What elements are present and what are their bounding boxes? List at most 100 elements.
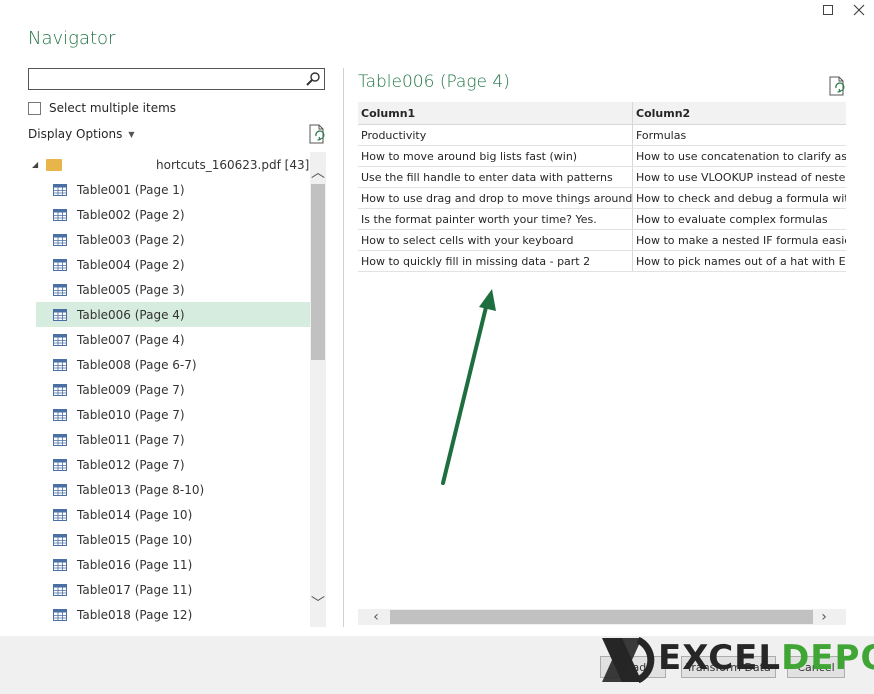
tree-item-table[interactable]: Table005 (Page 3) [36, 277, 310, 302]
tree-item-table[interactable]: Table009 (Page 7) [36, 377, 310, 402]
logo-depo: DEPO [781, 638, 874, 678]
table-cell: Use the fill handle to enter data with p… [358, 166, 633, 188]
close-button[interactable] [850, 3, 868, 21]
table-cell: How to move around big lists fast (win) [358, 145, 633, 167]
tree-item-label: Table005 (Page 3) [77, 282, 185, 297]
table-icon [53, 583, 67, 596]
tree-item-table[interactable]: Table016 (Page 11) [36, 552, 310, 577]
tree-item-table[interactable]: Table003 (Page 2) [36, 227, 310, 252]
table-cell: Is the format painter worth your time? Y… [358, 208, 633, 230]
tree-item-table[interactable]: Table013 (Page 8-10) [36, 477, 310, 502]
table-icon [53, 333, 67, 346]
tree-scrollbar[interactable]: ︿ ﹀ [310, 152, 326, 627]
table-icon [53, 208, 67, 221]
folder-icon [46, 158, 62, 171]
refresh-icon[interactable] [308, 124, 326, 144]
search-icon[interactable] [305, 71, 321, 87]
table-icon [53, 458, 67, 471]
scroll-down-icon[interactable]: ﹀ [310, 593, 326, 613]
tree-folder-row[interactable]: ◢ hortcuts_160623.pdf [43] [32, 152, 310, 177]
tree-item-table[interactable]: Table010 (Page 7) [36, 402, 310, 427]
table-icon [53, 358, 67, 371]
tree-item-label: Table014 (Page 10) [77, 507, 193, 522]
scrollbar-thumb[interactable] [390, 610, 813, 624]
display-options-dropdown[interactable]: Display Options ▼ [28, 127, 135, 141]
tree-item-label: Table016 (Page 11) [77, 557, 193, 572]
checkbox-box[interactable] [28, 101, 41, 115]
tree-item-label: Table001 (Page 1) [77, 182, 185, 197]
scrollbar-thumb[interactable] [311, 184, 325, 360]
table-header-row: Column1 Column2 [358, 102, 846, 125]
maximize-button[interactable] [819, 3, 837, 21]
logo-excel: EXCEL [658, 638, 782, 678]
scroll-right-icon[interactable]: › [816, 609, 832, 625]
tree-item-label: Table012 (Page 7) [77, 457, 185, 472]
preview-table: Column1 Column2 Productivity Formulas How t… [358, 102, 846, 272]
table-icon [53, 608, 67, 621]
tree-item-label: Table013 (Page 8-10) [77, 482, 205, 497]
table-cell: How to pick names out of a hat with Exce… [632, 250, 846, 272]
table-row: How to select cells with your keyboard Ho… [358, 229, 846, 251]
preview-title: Table006 (Page 4) [358, 72, 510, 92]
tree-item-table[interactable]: Table006 (Page 4) [36, 302, 310, 327]
tree-item-table[interactable]: Table018 (Page 12) [36, 602, 310, 627]
maximize-icon [823, 5, 833, 15]
tree-item-table[interactable]: Table011 (Page 7) [36, 427, 310, 452]
table-cell: How to make a nested IF formula easier t… [632, 229, 846, 251]
tree-item-label: Table003 (Page 2) [77, 232, 185, 247]
table-icon [53, 283, 67, 296]
folder-label: hortcuts_160623.pdf [43] [156, 157, 310, 172]
tree-item-table[interactable]: Table014 (Page 10) [36, 502, 310, 527]
table-cell: How to use drag and drop to move things … [358, 187, 633, 209]
table-cell: Formulas [632, 124, 846, 146]
close-icon [853, 4, 865, 16]
column-header[interactable]: Column1 [358, 102, 633, 125]
table-cell: How to quickly fill in missing data - pa… [358, 250, 633, 272]
table-row: How to use drag and drop to move things … [358, 187, 846, 209]
table-cell: How to select cells with your keyboard [358, 229, 633, 251]
navigator-title: Navigator [28, 28, 116, 49]
table-icon [53, 483, 67, 496]
search-input[interactable] [28, 68, 325, 90]
tree-item-table[interactable]: Table008 (Page 6-7) [36, 352, 310, 377]
table-cell: How to use concatenation to clarify assu… [632, 145, 846, 167]
refresh-icon[interactable] [828, 76, 846, 96]
tree-item-label: Table018 (Page 12) [77, 607, 193, 622]
pane-divider [343, 68, 344, 627]
annotation-arrow [441, 289, 496, 485]
collapse-arrow-icon[interactable]: ◢ [32, 160, 42, 169]
table-icon [53, 408, 67, 421]
tree-item-label: Table017 (Page 11) [77, 582, 193, 597]
tree-item-table[interactable]: Table001 (Page 1) [36, 177, 310, 202]
caret-down-icon: ▼ [128, 129, 135, 139]
table-icon [53, 258, 67, 271]
scroll-left-icon[interactable]: ‹ [368, 609, 384, 625]
table-cell: How to use VLOOKUP instead of nested IF … [632, 166, 846, 188]
tree-item-label: Table015 (Page 10) [77, 532, 193, 547]
tree-item-table[interactable]: Table004 (Page 2) [36, 252, 310, 277]
tree-item-table[interactable]: Table002 (Page 2) [36, 202, 310, 227]
display-options-label: Display Options [28, 127, 123, 141]
tree-item-label: Table004 (Page 2) [77, 257, 185, 272]
tree-item-label: Table008 (Page 6-7) [77, 357, 197, 372]
tree-item-label: Table006 (Page 4) [77, 307, 185, 322]
horizontal-scrollbar[interactable]: ‹ › [358, 609, 846, 625]
table-icon [53, 308, 67, 321]
table-row: How to move around big lists fast (win) H… [358, 145, 846, 167]
select-multiple-checkbox[interactable]: Select multiple items [28, 101, 176, 115]
select-multiple-label: Select multiple items [49, 101, 177, 115]
table-icon [53, 558, 67, 571]
table-row: Use the fill handle to enter data with p… [358, 166, 846, 188]
table-cell: How to evaluate complex formulas [632, 208, 846, 230]
scroll-up-icon[interactable]: ︿ [310, 162, 326, 182]
table-icon [53, 383, 67, 396]
tree-item-table[interactable]: Table015 (Page 10) [36, 527, 310, 552]
table-row: How to quickly fill in missing data - pa… [358, 250, 846, 272]
tree-item-table[interactable]: Table017 (Page 11) [36, 577, 310, 602]
tree-item-table[interactable]: Table007 (Page 4) [36, 327, 310, 352]
x-logo-icon [602, 636, 655, 684]
tree-item-label: Table011 (Page 7) [77, 432, 185, 447]
column-header[interactable]: Column2 [632, 102, 846, 125]
tree-item-table[interactable]: Table012 (Page 7) [36, 452, 310, 477]
logo-text: EXCELDEPO [658, 638, 874, 678]
